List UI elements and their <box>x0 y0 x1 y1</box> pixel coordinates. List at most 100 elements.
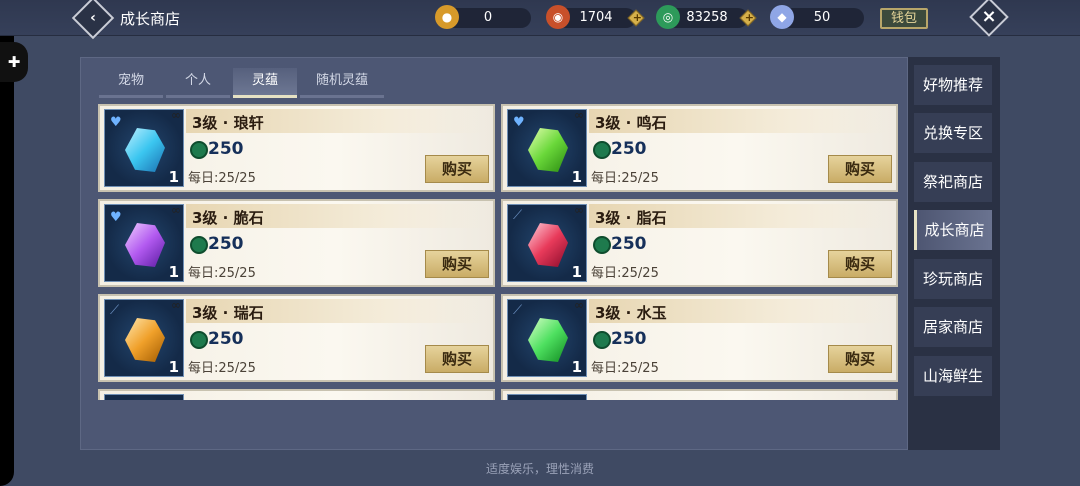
link-icon: ∞ <box>574 298 584 312</box>
tab-pet[interactable]: 宠物 <box>99 68 163 98</box>
item-card[interactable]: ⟋ ∞ 1 3级 · 瑞石 250 每日:25/25 购买 <box>98 294 495 382</box>
daily-limit: 每日:25/25 <box>591 266 659 281</box>
heart-icon: ♥ <box>110 210 122 225</box>
item-name: 3级 · 瑞石 <box>192 304 264 322</box>
currency-value: 0 <box>483 10 493 25</box>
daily-limit: 每日:25/25 <box>188 171 256 186</box>
jade-coin-icon <box>593 236 611 254</box>
nav-growth-shop[interactable]: 成长商店 <box>914 210 992 250</box>
currency-crystal: ◆ 50 <box>770 5 864 29</box>
item-price: 250 <box>611 139 647 159</box>
link-icon: ∞ <box>171 298 181 312</box>
daily-limit: 每日:25/25 <box>591 171 659 186</box>
item-price: 250 <box>611 234 647 254</box>
wallet-button[interactable]: 钱包 <box>880 8 928 29</box>
item-price: 250 <box>208 329 244 349</box>
jade-coin-icon <box>190 331 208 349</box>
nav-treasure-shop[interactable]: 珍玩商店 <box>914 259 992 299</box>
tab-personal[interactable]: 个人 <box>166 68 230 98</box>
heart-icon: ♥ <box>110 115 122 130</box>
heart-icon: ♥ <box>513 115 525 130</box>
sword-icon: ⟋ <box>513 303 523 318</box>
daily-limit: 每日:25/25 <box>591 361 659 376</box>
link-icon: ∞ <box>574 108 584 122</box>
footer-note: 适度娱乐，理性消费 <box>485 462 594 476</box>
category-tabs: 宠物 个人 灵蕴 随机灵蕴 <box>99 68 387 98</box>
buy-button[interactable]: 购买 <box>828 250 892 278</box>
item-quantity: 1 <box>571 263 582 281</box>
item-quantity: 1 <box>168 168 179 186</box>
item-card-partial[interactable] <box>501 389 898 400</box>
item-grid: ♥ ∞ 1 3级 · 琅轩 250 每日:25/25 购买 ♥ ∞ 1 3级 ·… <box>98 104 900 400</box>
item-icon <box>104 394 184 400</box>
jade-coin-icon <box>593 141 611 159</box>
nav-fresh-shop[interactable]: 山海鲜生 <box>914 356 992 396</box>
close-button[interactable]: × <box>969 0 1009 37</box>
item-name: 3级 · 脆石 <box>192 209 264 227</box>
item-icon: ⟋ ∞ 1 <box>104 298 184 377</box>
item-card-partial[interactable] <box>98 389 495 400</box>
jade-coin-icon <box>190 236 208 254</box>
item-price: 250 <box>208 234 244 254</box>
back-button[interactable]: ‹ <box>71 0 115 40</box>
item-card[interactable]: ♥ ∞ 1 3级 · 琅轩 250 每日:25/25 购买 <box>98 104 495 192</box>
close-icon: × <box>981 6 997 28</box>
gem-icon <box>528 128 568 172</box>
item-name: 3级 · 水玉 <box>595 304 667 322</box>
item-price: 250 <box>208 139 244 159</box>
buy-button[interactable]: 购买 <box>828 345 892 373</box>
item-card[interactable]: ⟋ ∞ 1 3级 · 脂石 250 每日:25/25 购买 <box>501 199 898 287</box>
item-name: 3级 · 脂石 <box>595 209 667 227</box>
link-icon: ∞ <box>574 203 584 217</box>
tab-lingyun[interactable]: 灵蕴 <box>233 68 297 98</box>
buy-button[interactable]: 购买 <box>425 345 489 373</box>
chevron-left-icon: ‹ <box>90 10 96 26</box>
currency-value: 50 <box>813 10 831 25</box>
page-title: 成长商店 <box>120 10 181 28</box>
item-card[interactable]: ⟋ ∞ 1 3级 · 水玉 250 每日:25/25 购买 <box>501 294 898 382</box>
daily-limit: 每日:25/25 <box>188 266 256 281</box>
item-icon: ⟋ ∞ 1 <box>507 203 587 282</box>
shop-nav: 好物推荐 兑换专区 祭祀商店 成长商店 珍玩商店 居家商店 山海鲜生 <box>908 57 1000 450</box>
nav-home-shop[interactable]: 居家商店 <box>914 307 992 347</box>
link-icon: ∞ <box>171 203 181 217</box>
item-card[interactable]: ♥ ∞ 1 3级 · 脆石 250 每日:25/25 购买 <box>98 199 495 287</box>
daily-limit: 每日:25/25 <box>188 361 256 376</box>
item-name: 3级 · 鸣石 <box>595 114 667 132</box>
item-price: 250 <box>611 329 647 349</box>
buy-button[interactable]: 购买 <box>425 155 489 183</box>
gem-icon <box>125 128 165 172</box>
puzzle-icon[interactable]: ✚ <box>0 42 28 82</box>
sword-icon: ⟋ <box>513 208 523 223</box>
jade-coin-icon <box>190 141 208 159</box>
nav-recommended[interactable]: 好物推荐 <box>914 65 992 105</box>
tab-random-lingyun[interactable]: 随机灵蕴 <box>300 68 384 98</box>
item-icon: ♥ ∞ 1 <box>507 108 587 187</box>
currency-value: 83258 <box>686 10 728 25</box>
currency-medal: ◉ 1704 + <box>546 5 645 29</box>
item-quantity: 1 <box>571 168 582 186</box>
nav-sacrifice-shop[interactable]: 祭祀商店 <box>914 162 992 202</box>
gem-icon <box>528 318 568 362</box>
plus-icon: + <box>632 11 643 24</box>
item-card[interactable]: ♥ ∞ 1 3级 · 鸣石 250 每日:25/25 购买 <box>501 104 898 192</box>
item-icon: ♥ ∞ 1 <box>104 108 184 187</box>
item-quantity: 1 <box>168 358 179 376</box>
nav-exchange[interactable]: 兑换专区 <box>914 113 992 153</box>
currency-jade: ◎ 83258 + <box>656 5 757 29</box>
buy-button[interactable]: 购买 <box>828 155 892 183</box>
item-name: 3级 · 琅轩 <box>192 114 264 132</box>
shop-panel: 宠物 个人 灵蕴 随机灵蕴 ♥ ∞ 1 3级 · 琅轩 250 每日:25/25… <box>80 57 908 450</box>
currency-coin: ● 0 <box>435 5 531 29</box>
sword-icon: ⟋ <box>110 303 120 318</box>
plus-icon: + <box>744 11 755 24</box>
top-bar: ‹ 成长商店 ● 0 ◉ 1704 + ◎ 83258 + ◆ 50 钱包 × <box>0 0 1080 40</box>
gem-icon <box>125 223 165 267</box>
jade-coin-icon <box>593 331 611 349</box>
gem-icon <box>528 223 568 267</box>
item-quantity: 1 <box>571 358 582 376</box>
item-icon <box>507 394 587 400</box>
gem-icon <box>125 318 165 362</box>
currency-value: 1704 <box>579 10 613 25</box>
buy-button[interactable]: 购买 <box>425 250 489 278</box>
